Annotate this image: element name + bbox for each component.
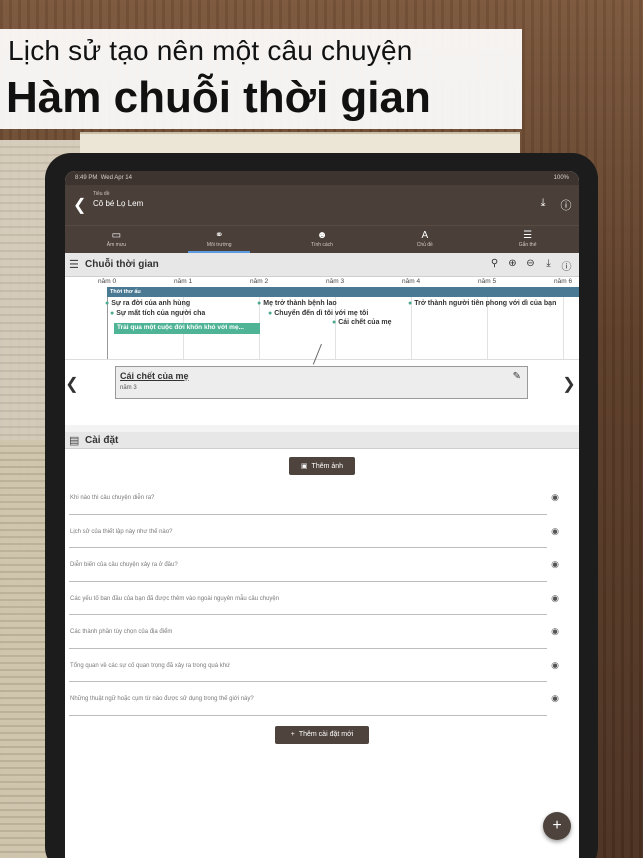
timeline-tools: ⚲ ⊕ ⊖ ⤓ ⓘ	[488, 258, 573, 273]
tag-icon: ☰	[523, 230, 533, 241]
camera-icon: ▣	[300, 463, 308, 470]
status-battery: 100%	[553, 175, 569, 181]
help-icon[interactable]: ⓘ	[560, 258, 573, 273]
pin-icon: ●	[408, 300, 413, 307]
visibility-icon[interactable]: ◉	[549, 593, 561, 604]
timeline-event[interactable]: ● Sự ra đời của anh hùng	[105, 300, 190, 307]
promo-title: Hàm chuỗi thời gian	[6, 73, 431, 122]
timeline-event[interactable]: ● Trở thành người tiên phong với dì của b…	[408, 300, 556, 307]
pin-icon: ●	[268, 310, 273, 317]
next-event-icon[interactable]: ❯	[562, 374, 576, 394]
visibility-icon[interactable]: ◉	[549, 559, 561, 570]
event-year: năm 3	[120, 385, 137, 391]
chat-icon: ▭	[111, 230, 122, 241]
visibility-icon[interactable]: ◉	[549, 626, 561, 637]
settings-list-icon: ▤	[69, 434, 80, 447]
pin-icon: ●	[257, 300, 262, 307]
plus-icon: +	[290, 731, 295, 738]
period-band[interactable]: Thời thơ ấu	[107, 287, 579, 297]
zoom-in-icon[interactable]: ⊕	[506, 258, 519, 273]
timeline-event-selected[interactable]: ● Cái chết của mẹ	[332, 319, 392, 326]
year-label: năm 5	[478, 278, 497, 285]
add-setting-button[interactable]: + Thêm cài đặt mới	[275, 725, 369, 744]
setting-field[interactable]: Khi nào thì câu chuyện diễn ra? ◉	[69, 485, 561, 519]
timeline-title: Chuỗi thời gian	[85, 259, 159, 270]
plus-icon: +	[552, 817, 562, 834]
year-label: năm 2	[250, 278, 269, 285]
settings-title: Cài đặt	[85, 434, 119, 446]
setting-field[interactable]: Diễn biến của câu chuyện xảy ra ở đâu? ◉	[69, 552, 561, 586]
zoom-out-icon[interactable]: ⊖	[524, 258, 537, 273]
status-bar: 8:49 PM Wed Apr 14 100%	[65, 171, 579, 185]
timeline-header: ☰ Chuỗi thời gian ⚲ ⊕ ⊖ ⤓ ⓘ	[65, 253, 579, 277]
year-label: năm 3	[326, 278, 345, 285]
download-icon[interactable]: ⤓	[536, 197, 550, 210]
pin-icon: ●	[332, 319, 337, 326]
visibility-icon[interactable]: ◉	[549, 660, 561, 671]
event-title: Cái chết của mẹ	[120, 371, 189, 381]
timeline-span-event[interactable]: Trải qua một cuộc đời khốn khó với mẹ...	[114, 323, 260, 334]
add-fab-button[interactable]: +	[543, 812, 571, 840]
visibility-icon[interactable]: ◉	[549, 693, 561, 704]
visibility-icon[interactable]: ◉	[549, 492, 561, 503]
event-detail: ❮ Cái chết của mẹ năm 3 ✎ ❯	[65, 343, 579, 425]
search-icon[interactable]: ⚲	[488, 258, 501, 273]
app-bar: ❮ Tiêu đề Cô bé Lọ Lem ⤓ ⓘ	[65, 185, 579, 225]
setting-field[interactable]: Các thành phần tùy chọn của địa điểm ◉	[69, 619, 561, 653]
promo-banner: Lịch sử tạo nên một câu chuyện Hàm chuỗi…	[0, 29, 522, 129]
text-icon: A	[421, 230, 429, 241]
timeline-ruler: năm 0 năm 1 năm 2 năm 3 năm 4 năm 5 năm …	[65, 277, 579, 287]
settings-header: ▤ Cài đặt	[65, 432, 579, 449]
story-title[interactable]: Cô bé Lọ Lem	[93, 199, 143, 208]
edit-icon[interactable]: ✎	[513, 371, 521, 382]
setting-field[interactable]: Các yếu tố ban đầu của bạn đã được thêm …	[69, 586, 561, 620]
timeline-event[interactable]: ● Chuyển đến dì tôi với mẹ tôi	[268, 310, 368, 317]
tab-plot[interactable]: ▭ Âm mưu	[65, 226, 168, 253]
grid-line	[563, 297, 564, 359]
previous-event-icon[interactable]: ❮	[65, 374, 79, 394]
app-screen: 8:49 PM Wed Apr 14 100% ❮ Tiêu đề Cô bé …	[65, 171, 579, 858]
tab-characters[interactable]: ☻ Tính cách	[271, 226, 374, 253]
event-card[interactable]: Cái chết của mẹ năm 3 ✎	[115, 366, 528, 399]
tab-bar: ▭ Âm mưu ⚭ Môi trường ☻ Tính cách A Chủ đề ☰…	[65, 225, 579, 253]
visibility-icon[interactable]: ◉	[549, 526, 561, 537]
tab-theme[interactable]: A Chủ đề	[373, 226, 476, 253]
book-pages-top	[80, 132, 520, 154]
timeline-chart[interactable]: năm 0 năm 1 năm 2 năm 3 năm 4 năm 5 năm …	[65, 277, 579, 359]
tab-environment[interactable]: ⚭ Môi trường	[168, 226, 271, 253]
people-icon: ☻	[316, 230, 328, 241]
year-label: năm 0	[98, 278, 117, 285]
pin-icon: ●	[110, 310, 115, 317]
timeline-event[interactable]: ● Mẹ trở thành bệnh lao	[257, 300, 337, 307]
status-time: 8:49 PM Wed Apr 14	[75, 175, 132, 181]
year-label: năm 6	[554, 278, 573, 285]
promo-subtitle: Lịch sử tạo nên một câu chuyện	[8, 35, 413, 66]
timeline-event[interactable]: ● Sự mất tích của người cha	[110, 310, 205, 317]
add-photo-button[interactable]: ▣ Thêm ảnh	[289, 457, 355, 475]
globe-icon: ⚭	[215, 230, 224, 241]
section-gap	[65, 425, 579, 432]
setting-field[interactable]: Những thuật ngữ hoặc cụm từ nào được sử …	[69, 686, 561, 720]
pin-icon: ●	[105, 300, 110, 307]
back-icon[interactable]: ❮	[73, 195, 87, 215]
add-setting-row: + Thêm cài đặt mới	[65, 720, 579, 760]
settings-fields: Khi nào thì câu chuyện diễn ra? ◉ Lịch sử…	[65, 485, 579, 720]
setting-field[interactable]: Lịch sử của thiết lập này như thế nào? ◉	[69, 519, 561, 553]
setting-field[interactable]: Tổng quan về các sự cố quan trọng đã xảy…	[69, 653, 561, 687]
year-label: năm 1	[174, 278, 193, 285]
help-icon[interactable]: ⓘ	[559, 197, 573, 213]
tab-tags[interactable]: ☰ Gắn thẻ	[476, 226, 579, 253]
download-icon[interactable]: ⤓	[542, 258, 555, 273]
year-label: năm 4	[402, 278, 421, 285]
photo-row: ▣ Thêm ảnh	[65, 449, 579, 485]
timeline-icon: ☰	[69, 259, 79, 271]
title-label: Tiêu đề	[93, 191, 110, 197]
